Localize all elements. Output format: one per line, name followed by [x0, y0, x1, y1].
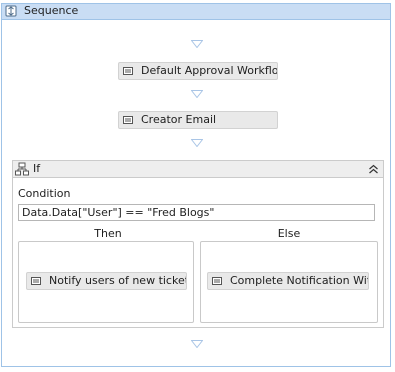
if-icon [15, 162, 29, 176]
drop-arrow-icon[interactable] [191, 90, 203, 98]
activity-label: Complete Notification Witl [230, 274, 369, 287]
activity-notify-users[interactable]: Notify users of new ticket [26, 272, 187, 290]
else-label: Else [277, 227, 301, 240]
drop-arrow-icon[interactable] [191, 340, 203, 348]
activity-icon [31, 277, 41, 285]
sequence-title: Sequence [24, 4, 79, 17]
activity-label: Creator Email [141, 113, 217, 126]
activity-icon [123, 116, 133, 124]
activity-creator-email[interactable]: Creator Email [118, 111, 278, 129]
activity-label: Notify users of new ticket [49, 274, 187, 287]
if-title: If [33, 162, 41, 175]
activity-icon [212, 277, 222, 285]
then-label: Then [94, 227, 122, 240]
sequence-icon [5, 5, 17, 17]
condition-label: Condition [18, 187, 71, 200]
drop-arrow-icon[interactable] [191, 40, 203, 48]
activity-label: Default Approval Workflow [141, 64, 278, 77]
condition-input[interactable] [18, 204, 375, 221]
drop-arrow-icon[interactable] [191, 139, 203, 147]
activity-complete-notification[interactable]: Complete Notification Witl [207, 272, 369, 290]
activity-icon [123, 67, 133, 75]
if-header[interactable] [12, 160, 384, 178]
activity-default-approval-workflow[interactable]: Default Approval Workflow [118, 62, 278, 80]
double-chevron-up-icon[interactable] [368, 164, 379, 175]
